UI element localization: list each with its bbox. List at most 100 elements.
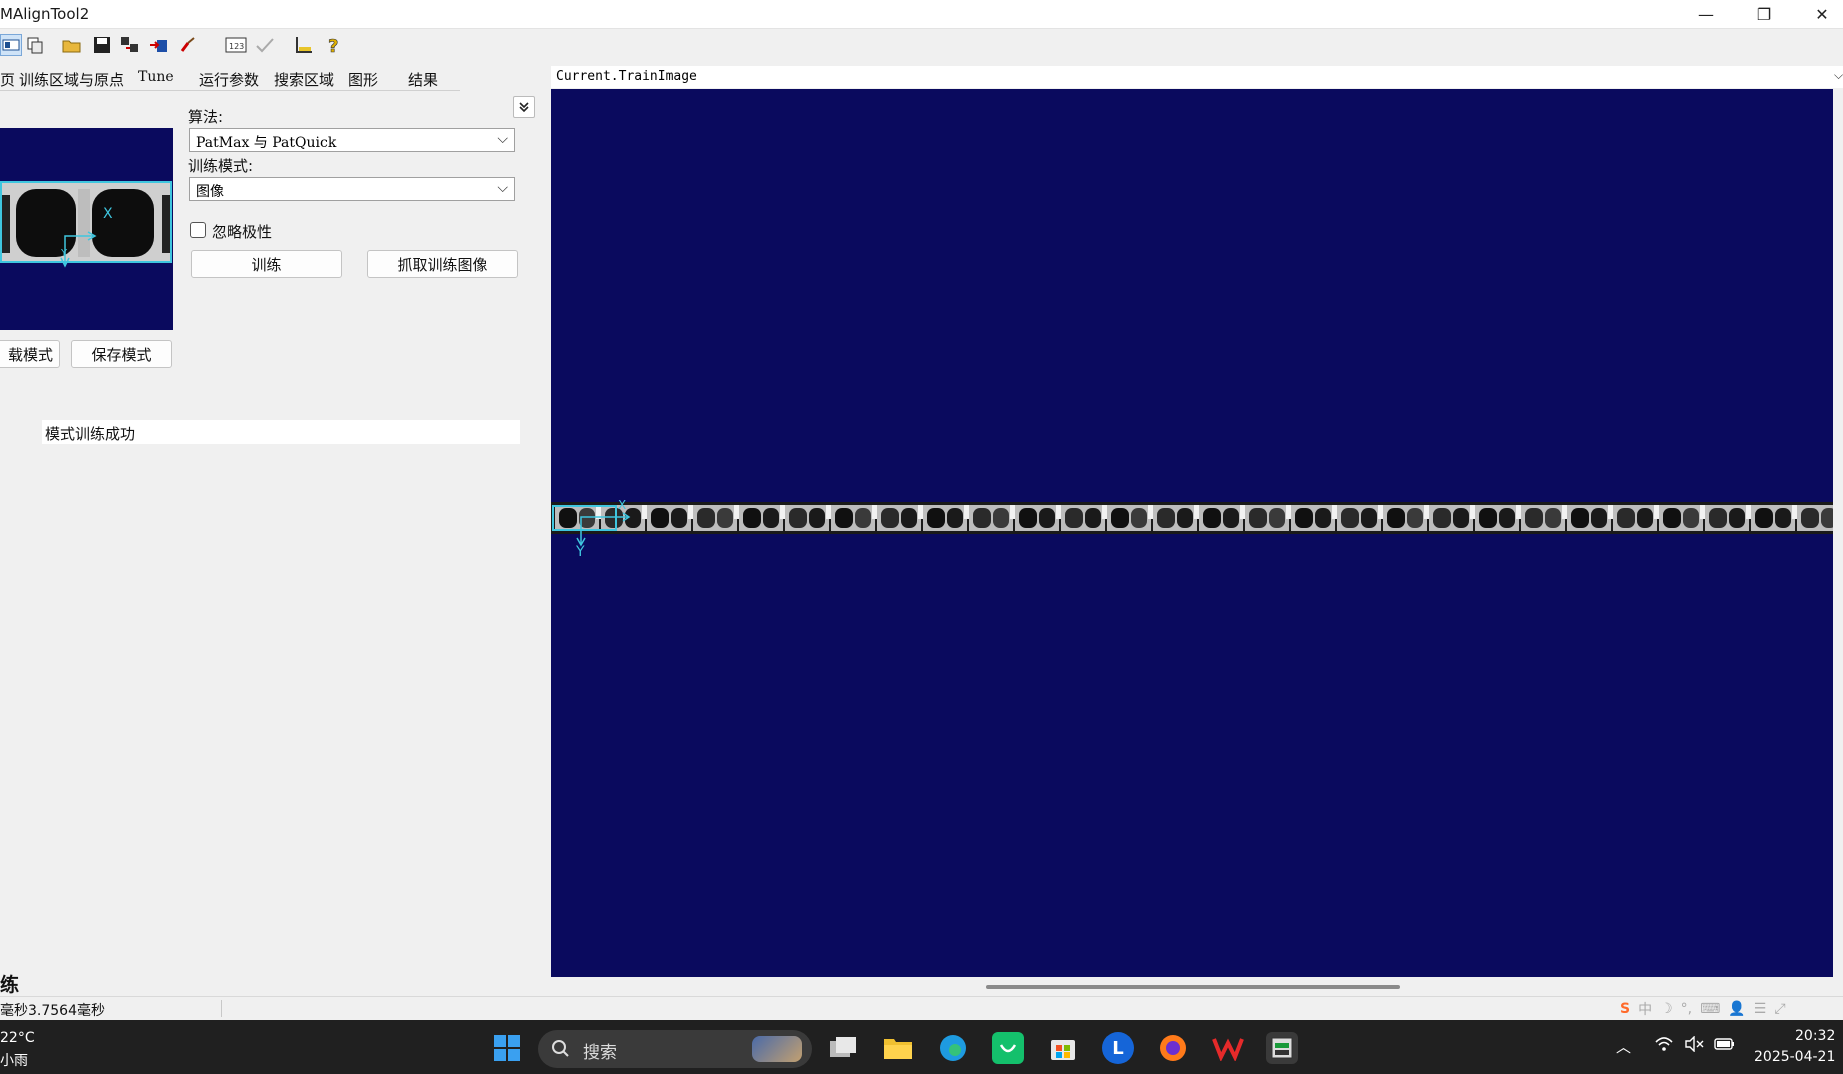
tab-train-region[interactable]: 训练区域与原点 [19,66,124,90]
minimize-button[interactable]: — [1677,0,1735,29]
strip-cell [1249,508,1267,528]
wifi-icon[interactable] [1654,1036,1674,1056]
strip-cell [1663,508,1681,528]
strip-cell [651,508,669,528]
tab-results[interactable]: 结果 [408,66,438,90]
copy-icon[interactable] [24,34,46,56]
expand-icon[interactable]: ⤢ [1774,1001,1785,1017]
strip-cell [734,505,739,519]
weather-desc[interactable]: 小雨 [0,1050,28,1070]
strip-cell [1194,505,1199,519]
search-highlight-icon [752,1036,802,1062]
strip-cell [1424,505,1429,519]
start-button[interactable] [491,1032,523,1064]
taskbar-search[interactable]: 搜索 [538,1030,812,1068]
open-folder-icon[interactable] [61,34,83,56]
save-model-button[interactable]: 保存模式 [71,340,172,368]
strip-cell [671,508,687,528]
volume-muted-icon[interactable] [1684,1035,1706,1056]
load-model-button[interactable]: 载模式 [0,340,60,368]
strip-cell [763,508,779,528]
strip-cell [1700,505,1705,519]
save-icon[interactable] [91,34,113,56]
edge-browser-icon[interactable] [937,1032,969,1064]
store-app-icon[interactable] [992,1032,1024,1064]
strip-cell [1131,508,1147,528]
microsoft-store-icon[interactable] [1047,1032,1079,1064]
check-mark-icon[interactable] [254,34,276,56]
thumb-axis-x-label: X [103,206,113,222]
user-icon[interactable]: 👤 [1728,1001,1745,1017]
axis-x-label: X [618,498,627,512]
horizontal-scrollbar[interactable] [986,985,1400,989]
strip-cell [789,508,807,528]
windows-icon [494,1035,520,1061]
ime-logo-icon[interactable]: S [1620,1001,1630,1017]
file-explorer-icon[interactable] [882,1032,914,1064]
tab-run-params[interactable]: 运行参数 [199,66,259,90]
svg-text:?: ? [328,36,338,55]
task-view-icon[interactable] [827,1032,859,1064]
strip-cell [1407,508,1423,528]
keyboard-icon[interactable]: ⌨ [1700,1001,1720,1017]
strip-cell [697,508,715,528]
title-bar: MAlignTool2 — ❐ ✕ [0,0,1843,29]
ruler-icon[interactable] [293,34,315,56]
view-icon[interactable] [0,34,22,56]
train-mode-label: 训练模式: [188,157,254,175]
strip-cell [1571,508,1589,528]
weather-temp[interactable]: 22°C [0,1030,35,1046]
strip-cell [1378,505,1383,519]
strip-cell [1683,508,1699,528]
strip-cell [1479,508,1497,528]
menu-icon[interactable]: ☰ [1754,1001,1767,1017]
image-viewer[interactable]: Y X [551,89,1833,977]
tab-graphics[interactable]: 图形 [348,66,378,90]
clock-date[interactable]: 2025-04-21 [1754,1049,1835,1065]
close-button[interactable]: ✕ [1793,0,1843,29]
clock-time[interactable]: 20:32 [1795,1028,1835,1044]
firefox-icon[interactable] [1157,1032,1189,1064]
import-icon[interactable] [148,34,170,56]
numeric-display-icon[interactable]: 123 [225,34,247,56]
tab-strip: 页 训练区域与原点 Tune 运行参数 搜索区域 图形 结果 [0,66,470,90]
viewer-dropdown-icon[interactable]: ⌵ [1834,68,1843,83]
tab-tune[interactable]: Tune [138,66,174,90]
strip-cell [1223,508,1239,528]
wps-office-icon[interactable] [1212,1032,1244,1064]
train-mode-select[interactable]: 图像 ⌵ [189,177,515,201]
restore-button[interactable]: ❐ [1735,0,1793,29]
tray-overflow-icon[interactable]: ︿ [1616,1036,1631,1057]
punctuation-icon[interactable]: °, [1681,1001,1692,1017]
strip-cell [1617,508,1635,528]
strip-cell [1315,508,1331,528]
tab-page[interactable]: 页 [0,66,15,90]
strip-cell [872,505,877,519]
algorithm-select[interactable]: PatMax 与 PatQuick ⌵ [189,128,515,152]
battery-icon[interactable] [1714,1036,1736,1056]
lenovo-app-icon[interactable]: L [1102,1032,1134,1064]
strip-cell [1387,508,1405,528]
strip-cell [1499,508,1515,528]
viewer-header: Current.TrainImage [551,66,1843,88]
help-icon[interactable]: ? [323,34,345,56]
train-button[interactable]: 训练 [191,250,342,278]
tab-search-region[interactable]: 搜索区域 [274,66,334,90]
strip-cell [1792,505,1797,519]
strip-cell [1562,505,1567,519]
strip-cell [1516,505,1521,519]
grab-image-icon[interactable] [119,34,141,56]
paint-icon[interactable] [177,34,199,56]
strip-cell [743,508,761,528]
ignore-polarity-checkbox[interactable] [190,222,206,238]
chinese-mode-icon[interactable]: 中 [1638,999,1652,1019]
strip-cell [1111,508,1129,528]
expand-button[interactable] [513,96,535,118]
malign-tool-taskbar-icon[interactable] [1266,1032,1298,1064]
moon-icon[interactable]: ☽ [1660,1001,1673,1017]
grab-train-image-button[interactable]: 抓取训练图像 [367,250,518,278]
chevron-down-icon: ⌵ [497,180,508,196]
strip-cell [1157,508,1175,528]
algorithm-value: PatMax 与 PatQuick [196,135,337,151]
search-icon [552,1040,569,1057]
